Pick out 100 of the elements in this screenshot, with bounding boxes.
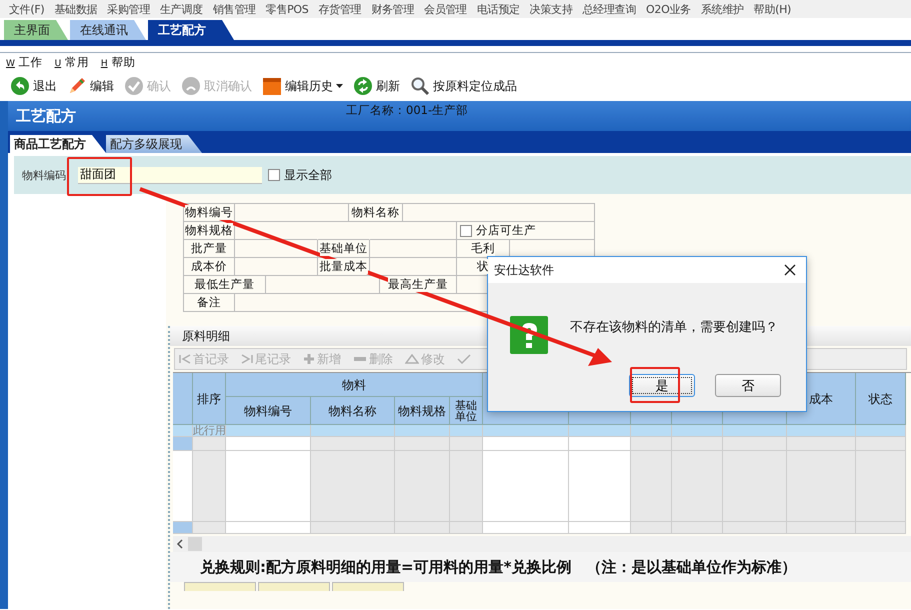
form-label: 批产量 — [191, 241, 227, 256]
menu-item[interactable]: 基础数据 — [49, 2, 102, 16]
table-cell — [723, 451, 787, 522]
refresh-icon — [353, 76, 373, 96]
table-cell — [723, 522, 787, 534]
form-field[interactable] — [235, 204, 349, 222]
column-header: 状态 — [856, 373, 906, 425]
menu-item[interactable]: 采购管理 — [102, 2, 156, 16]
menu-item[interactable]: O2O业务 — [641, 2, 696, 16]
dialog-title: 安仕达软件 — [494, 262, 554, 278]
field-label: 物料编码 — [21, 168, 67, 182]
table-cell — [193, 451, 226, 522]
table-cell — [450, 451, 483, 522]
column-header: 物料编号 — [226, 397, 311, 425]
menu-item[interactable]: 总经理查询 — [578, 2, 642, 16]
checkbox-label: 显示全部 — [284, 166, 332, 184]
tab[interactable]: 配方多级展现 — [106, 135, 202, 153]
menu-item[interactable]: W 工作 — [6, 54, 43, 70]
menu-item[interactable]: U 常用 — [54, 54, 89, 70]
menu-item[interactable]: 存货管理 — [313, 2, 366, 16]
form-field[interactable] — [235, 258, 318, 276]
table-cell — [856, 437, 906, 451]
table-cell — [787, 425, 856, 437]
plus-icon — [303, 353, 315, 365]
tab[interactable]: 主界面 — [4, 20, 68, 40]
horizontal-scrollbar[interactable] — [173, 536, 911, 552]
table-cell — [631, 451, 672, 522]
last-record-icon — [241, 354, 253, 364]
table-cell — [569, 451, 631, 522]
form-field[interactable] — [266, 276, 380, 294]
hint-text: 此行用 — [193, 425, 226, 437]
search-icon — [410, 76, 430, 96]
toolbar-button[interactable]: 刷新 — [351, 76, 402, 96]
menu-item[interactable]: 帮助(H) — [748, 2, 796, 16]
form-field[interactable] — [370, 240, 457, 258]
check-icon — [124, 76, 144, 96]
panel-title: 工艺配方 — [15, 106, 77, 126]
material-code-field[interactable]: 甜面团 — [78, 166, 262, 184]
form-label: 最高生产量 — [388, 277, 448, 292]
tab[interactable] — [184, 582, 256, 591]
close-icon — [784, 264, 796, 276]
toolbar-button[interactable]: 编辑 — [65, 76, 116, 96]
highlight-box — [630, 367, 680, 403]
table-cell — [672, 425, 723, 437]
column-header: 物料名称 — [311, 397, 395, 425]
checkbox[interactable] — [460, 224, 472, 236]
checkbox[interactable] — [268, 169, 280, 181]
menu-item[interactable]: 决策支持 — [524, 2, 578, 16]
factory-name: 工厂名称：001-生产部 — [346, 102, 468, 118]
form-field[interactable] — [370, 258, 457, 276]
scroll-thumb[interactable] — [188, 537, 202, 551]
form-label: 状 — [477, 259, 489, 274]
table-cell — [723, 437, 787, 451]
table-cell — [856, 522, 906, 534]
toolbar-button[interactable]: 退出 — [8, 76, 59, 96]
table-cell — [450, 522, 483, 534]
exit-icon — [10, 76, 30, 96]
tab[interactable] — [258, 582, 330, 591]
tab[interactable]: 工艺配方 — [148, 20, 234, 40]
tab[interactable]: 商品工艺配方 — [10, 135, 106, 153]
form-label: 物料编号 — [185, 205, 233, 220]
menu-item[interactable]: 会员管理 — [419, 2, 472, 16]
table-cell — [193, 522, 226, 534]
menu-item[interactable]: 财务管理 — [366, 2, 420, 16]
form-label: 批量成本 — [320, 259, 368, 274]
menu-item[interactable]: 零售POS — [260, 2, 314, 16]
form-label: 毛利 — [471, 241, 495, 256]
highlight-box — [67, 157, 132, 196]
checkbox-label: 分店可生产 — [476, 223, 536, 238]
menu-item[interactable]: 电话预定 — [472, 2, 525, 16]
table-cell — [631, 425, 672, 437]
menu-item[interactable]: 销售管理 — [208, 2, 261, 16]
table-cell — [193, 437, 226, 451]
form-label: 物料名称 — [352, 205, 400, 220]
toolbar-button[interactable]: 按原料定位成品 — [408, 76, 519, 96]
toolbar-button[interactable]: 编辑历史 — [260, 76, 345, 96]
dialog-button[interactable]: 否 — [715, 374, 781, 397]
menu-item[interactable]: 生产调度 — [155, 2, 208, 16]
dialog-button[interactable]: 是 — [629, 374, 695, 397]
tab[interactable] — [332, 582, 404, 591]
table-cell — [395, 451, 450, 522]
menu-item[interactable]: 系统维护 — [696, 2, 749, 16]
table-cell — [450, 425, 483, 437]
face-icon — [181, 76, 201, 96]
form-field[interactable] — [370, 222, 457, 240]
check-icon — [457, 354, 471, 364]
table-cell — [569, 425, 631, 437]
table-cell — [395, 425, 450, 437]
column-header: 基础单位 — [450, 397, 483, 425]
column-header: 物料 — [226, 373, 483, 397]
tab[interactable]: 在线通讯 — [70, 20, 146, 40]
corner-cell — [173, 373, 193, 425]
table-cell — [395, 437, 450, 451]
column-header: 物料规格 — [395, 397, 450, 425]
form-field[interactable] — [403, 204, 595, 222]
table-cell — [672, 522, 723, 534]
menu-item[interactable]: 文件(F) — [4, 2, 50, 16]
table-cell — [631, 437, 672, 451]
form-label: 最低生产量 — [194, 277, 254, 292]
menu-item[interactable]: H 帮助 — [100, 54, 136, 70]
